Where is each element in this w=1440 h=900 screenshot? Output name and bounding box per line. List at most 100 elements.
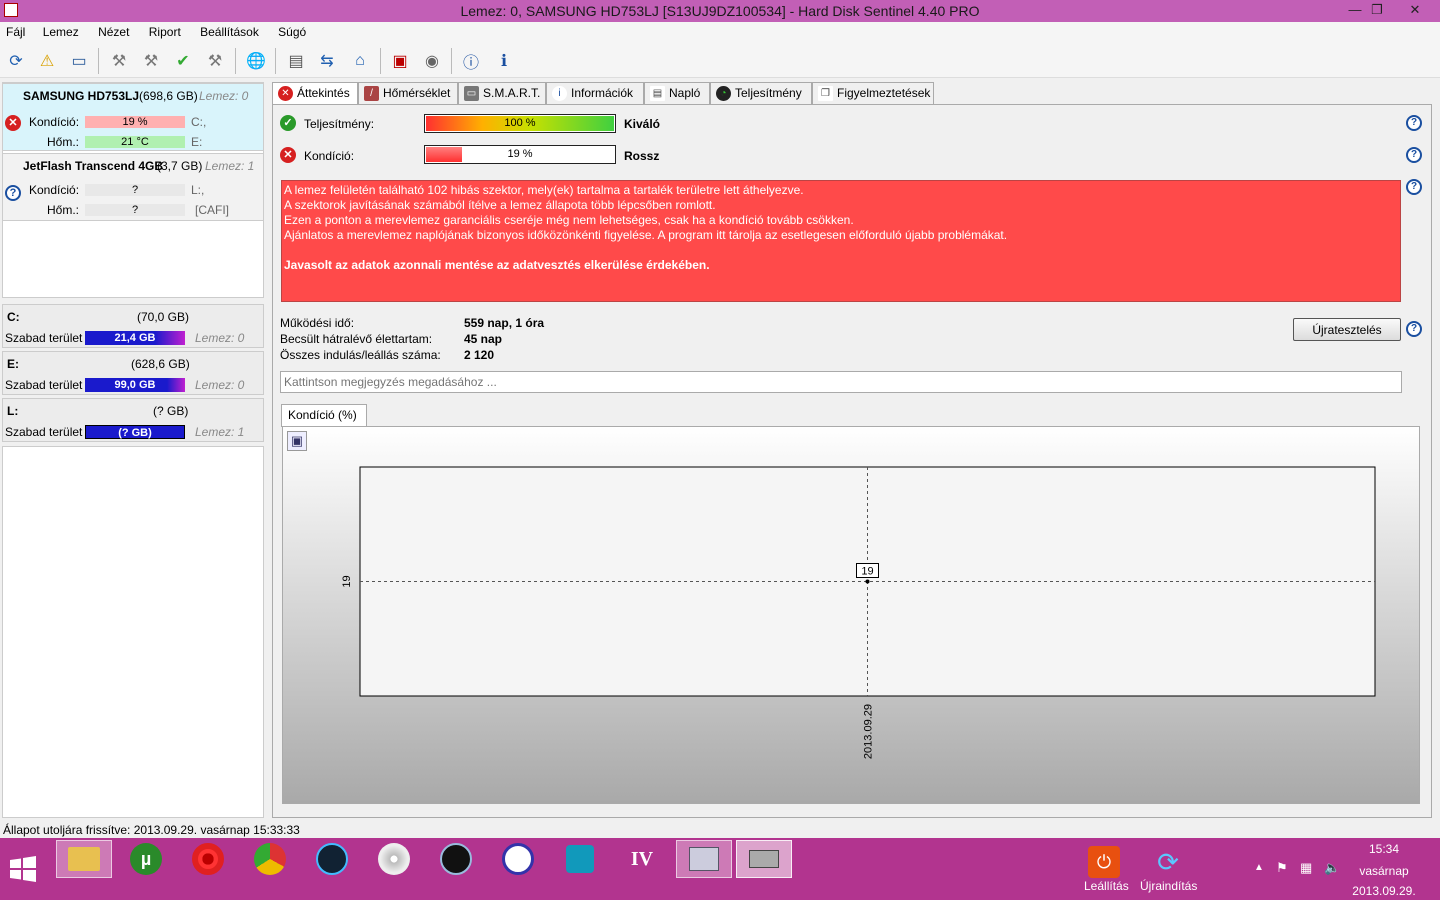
menu-file[interactable]: Fájl <box>0 22 31 39</box>
music-app-icon[interactable] <box>552 840 608 878</box>
power-icon[interactable]: ⏻ <box>1088 846 1120 878</box>
tab-smart[interactable]: ▭ S.M.A.R.T. <box>458 82 546 104</box>
media-player-icon[interactable] <box>304 840 360 878</box>
network-icon[interactable]: ▦ <box>1300 860 1312 876</box>
globe-icon[interactable]: 🌐 <box>243 48 269 74</box>
volume-list-empty <box>2 446 264 818</box>
free-space-bar: 99,0 GB <box>85 378 185 392</box>
disk-tool-icon[interactable]: ⚒ <box>106 48 132 74</box>
windows-start-icon[interactable] <box>0 850 46 888</box>
chart-tab[interactable]: Kondíció (%) <box>281 404 367 427</box>
help-icon[interactable]: ? <box>1406 179 1422 195</box>
clock-day: vasárnap <box>1359 864 1409 878</box>
volume-e[interactable]: E: (628,6 GB) Szabad terület 99,0 GB Lem… <box>2 351 264 395</box>
monitor-icon[interactable]: ▣ <box>387 48 413 74</box>
data-point <box>865 579 870 584</box>
thermometer-icon: / <box>364 86 379 101</box>
report-icon[interactable]: ▤ <box>283 48 309 74</box>
hard-disk-sentinel-icon[interactable] <box>736 840 792 878</box>
menu-view[interactable]: Nézet <box>92 22 135 39</box>
volume-c[interactable]: C: (70,0 GB) Szabad terület 21,4 GB Leme… <box>2 304 264 348</box>
help-icon[interactable]: ? <box>1406 321 1422 337</box>
free-space-bar: (? GB) <box>85 425 185 439</box>
temp-label: Hőm.: <box>47 135 80 149</box>
condition-label: Kondíció: <box>29 183 80 197</box>
temp-bar: 21 °C <box>85 136 185 148</box>
tab-performance[interactable]: ◔ Teljesítmény <box>710 82 812 104</box>
potplayer-icon[interactable] <box>490 840 546 878</box>
refresh-icon[interactable]: ⟳ <box>3 48 29 74</box>
disk-item-0[interactable]: SAMSUNG HD753LJ (698,6 GB) Lemez: 0 ✕ Ko… <box>2 83 264 151</box>
tab-log[interactable]: ▤ Napló <box>644 82 710 104</box>
maximize-button[interactable]: ❐ <box>1362 0 1392 20</box>
disk-check-icon[interactable]: ✔ <box>170 48 196 74</box>
cue-disc-icon[interactable] <box>366 840 422 878</box>
toolbar: ⟳ ⚠ ▭ ⚒ ⚒ ✔ ⚒ 🌐 ▤ ⇆ ⌂ ▣ ◉ ⓘ ℹ <box>0 42 1440 78</box>
alert-line: Ezen a ponton a merevlemez garanciális c… <box>284 213 854 227</box>
clock-date: 2013.09.29. <box>1352 884 1416 898</box>
utorrent-icon[interactable]: µ <box>118 840 174 878</box>
note-input[interactable] <box>280 371 1402 393</box>
gauge-icon: ◔ <box>716 86 731 101</box>
alert-box: A lemez felületén található 102 hibás sz… <box>281 180 1401 302</box>
disk-tool2-icon[interactable]: ⚒ <box>138 48 164 74</box>
condition-chart: 19 2013.09.29 19 <box>341 466 1376 759</box>
condition-bar: ? <box>85 184 185 196</box>
condition-bar: 19 % <box>85 116 185 128</box>
chrome-icon[interactable] <box>242 840 298 878</box>
error-icon: ✕ <box>280 147 296 163</box>
menu-bar: Fájl Lemez Nézet Riport Beállítások Súgó <box>0 22 1440 42</box>
close-button[interactable]: ✕ <box>1400 0 1430 20</box>
restart-icon[interactable]: ⟳ <box>1152 846 1184 878</box>
help-icon[interactable]: ? <box>1406 115 1422 131</box>
volume-l[interactable]: L: (? GB) Szabad terület (? GB) Lemez: 1 <box>2 398 264 442</box>
network-icon[interactable]: ⌂ <box>347 48 373 74</box>
restart-label[interactable]: Újraindítás <box>1140 879 1197 893</box>
alert-recommendation: Javasolt az adatok azonnali mentése az a… <box>284 258 710 272</box>
condition-label: Kondíció: <box>29 115 80 129</box>
log-icon: ▤ <box>650 86 665 101</box>
drive-letters-2: E: <box>191 135 203 149</box>
disk-item-1[interactable]: JetFlash Transcend 4GB (3,7 GB) Lemez: 1… <box>2 153 264 221</box>
life-label: Becsült hátralévő élettartam: <box>280 332 433 346</box>
tab-overview[interactable]: ✕ Áttekintés <box>272 82 358 105</box>
menu-help[interactable]: Súgó <box>272 22 312 39</box>
data-label: 19 <box>861 566 873 578</box>
disk-icon[interactable]: ▭ <box>66 48 92 74</box>
shutdown-label[interactable]: Leállítás <box>1084 879 1129 893</box>
drive-letters: C:, <box>191 115 207 129</box>
help-icon[interactable]: ? <box>1406 147 1422 163</box>
starts-label: Összes indulás/leállás száma: <box>280 348 441 362</box>
life-value: 45 nap <box>464 332 503 346</box>
help-icon[interactable]: ⓘ <box>458 48 484 74</box>
retest-button[interactable]: Újratesztelés <box>1293 318 1401 341</box>
temp-label: Hőm.: <box>47 203 80 217</box>
disk-size: (698,6 GB) <box>139 89 198 103</box>
error-icon: ✕ <box>278 86 293 101</box>
opera-icon[interactable] <box>180 840 236 878</box>
iv-app-icon[interactable]: IV <box>614 840 670 878</box>
tab-info[interactable]: i Információk <box>546 82 644 104</box>
resource-monitor-icon[interactable] <box>676 840 732 878</box>
tray-expand-icon[interactable]: ▲ <box>1254 862 1264 873</box>
alert-line: Ajánlatos a merevlemez naplójának bizony… <box>284 228 1008 242</box>
menu-settings[interactable]: Beállítások <box>194 22 265 39</box>
disk-tool3-icon[interactable]: ⚒ <box>202 48 228 74</box>
sync-icon[interactable]: ⇆ <box>314 48 340 74</box>
flag-icon[interactable]: ⚑ <box>1276 860 1288 876</box>
info-icon[interactable]: ℹ <box>491 48 517 74</box>
tab-warnings[interactable]: ❐ Figyelmeztetések <box>812 82 934 104</box>
clock-time: 15:34 <box>1368 842 1400 856</box>
menu-disk[interactable]: Lemez <box>37 22 85 39</box>
alert-icon[interactable]: ⚠ <box>34 48 60 74</box>
disk-index: Lemez: 0 <box>199 89 249 103</box>
sound-icon[interactable]: ◉ <box>419 48 445 74</box>
file-explorer-icon[interactable] <box>56 840 112 878</box>
uptime-value: 559 nap, 1 óra <box>464 316 545 330</box>
player-icon[interactable] <box>428 840 484 878</box>
menu-report[interactable]: Riport <box>143 22 187 39</box>
volume-icon[interactable]: 🔈 <box>1324 860 1340 876</box>
tab-temperature[interactable]: / Hőmérséklet <box>358 82 458 104</box>
clock[interactable]: 15:34 vasárnap 2013.09.29. <box>1352 842 1416 898</box>
x-tick-label: 2013.09.29 <box>863 704 875 759</box>
